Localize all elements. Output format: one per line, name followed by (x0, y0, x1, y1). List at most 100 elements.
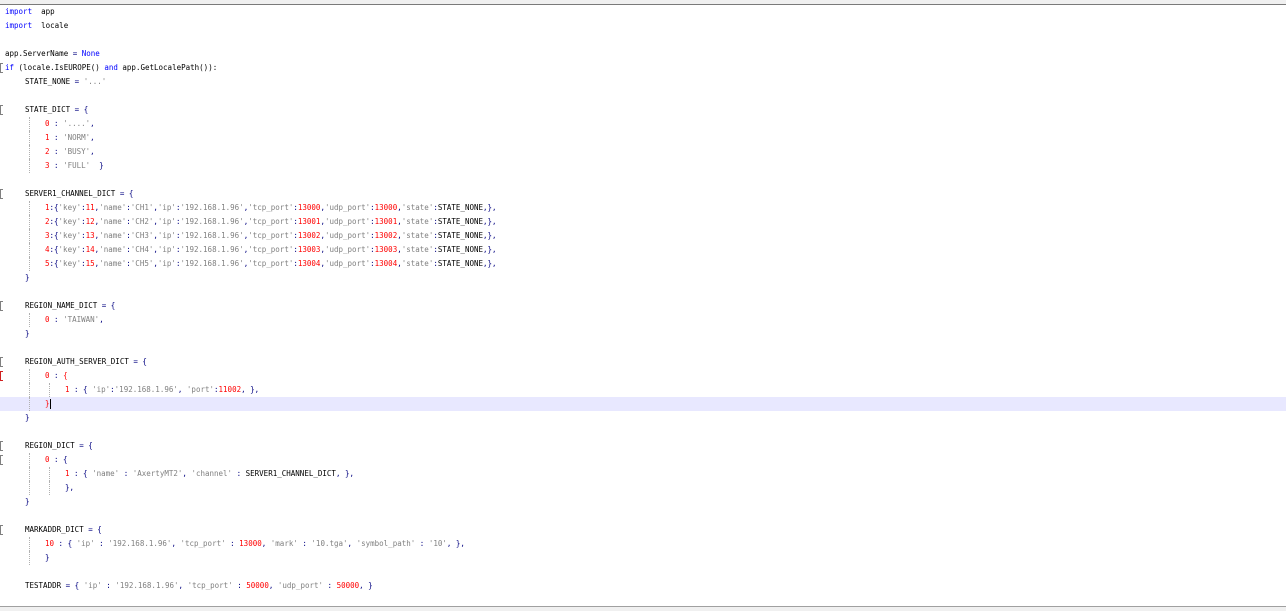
code-line[interactable]: 2 : 'BUSY', (0, 145, 1286, 159)
code-line[interactable]: 1 : { 'name' : 'AxertyMT2', 'channel' : … (0, 467, 1286, 481)
code-line[interactable]: app.ServerName = None (0, 47, 1286, 61)
code-line[interactable] (0, 565, 1286, 579)
code-token: { (79, 105, 89, 114)
code-line[interactable] (0, 173, 1286, 187)
indent-guide (29, 369, 30, 383)
code-token: SERVER1_CHANNEL_DICT (245, 469, 336, 478)
code-line[interactable]: } (0, 271, 1286, 285)
code-line[interactable]: STATE_NONE = '...' (0, 75, 1286, 89)
code-token: 'name' (99, 203, 127, 212)
code-line[interactable]: 0 : { (0, 453, 1286, 467)
code-token: 'tcp_port' (248, 203, 294, 212)
code-token: REGION_AUTH_SERVER_DICT (25, 357, 134, 366)
code-token: 'key' (58, 259, 82, 268)
code-line[interactable]: 1 : 'NORM', (0, 131, 1286, 145)
code-token: ,}, (483, 203, 497, 212)
code-token: 'name' (99, 259, 127, 268)
code-token: 'ip' (76, 539, 95, 548)
code-text: } (45, 551, 50, 565)
code-token: '192.168.1.96' (114, 385, 178, 394)
code-line[interactable]: import locale (0, 19, 1286, 33)
code-line[interactable]: STATE_DICT = { (0, 103, 1286, 117)
code-token: '192.168.1.96' (108, 539, 172, 548)
code-line[interactable]: TESTADDR = { 'ip' : '192.168.1.96', 'tcp… (0, 579, 1286, 593)
code-line[interactable] (0, 341, 1286, 355)
code-token: SERVER1_CHANNEL_DICT (25, 189, 120, 198)
code-token: , (268, 581, 278, 590)
code-line[interactable]: MARKADDR_DICT = { (0, 523, 1286, 537)
code-line[interactable]: }, (0, 481, 1286, 495)
code-line[interactable]: import app (0, 5, 1286, 19)
code-text: 10 : { 'ip' : '192.168.1.96', 'tcp_port'… (45, 537, 465, 551)
code-token: 'state' (401, 217, 434, 226)
code-editor[interactable]: import app import locale app.ServerName = … (0, 5, 1286, 605)
code-text: 5:{'key':15,'name':'CH5','ip':'192.168.1… (45, 257, 497, 271)
fold-marker-icon[interactable] (0, 301, 3, 311)
code-line[interactable]: SERVER1_CHANNEL_DICT = { (0, 187, 1286, 201)
code-line[interactable]: 0 : 'TAIWAN', (0, 313, 1286, 327)
code-token: 'tcp_port' (248, 217, 294, 226)
code-line[interactable]: 2:{'key':12,'name':'CH2','ip':'192.168.1… (0, 215, 1286, 229)
code-line[interactable]: } (0, 411, 1286, 425)
code-token: 'CH2' (130, 217, 154, 226)
fold-marker-icon[interactable] (0, 441, 3, 451)
code-line[interactable]: } (0, 551, 1286, 565)
code-token: STATE_NONE (437, 217, 484, 226)
code-line[interactable] (0, 285, 1286, 299)
code-token: 15 (85, 259, 95, 268)
code-line[interactable]: } (0, 327, 1286, 341)
fold-marker-icon[interactable] (0, 105, 3, 115)
indent-guide (29, 383, 30, 397)
code-line[interactable]: } (0, 495, 1286, 509)
code-token: 'udp_port' (324, 231, 371, 240)
code-line[interactable] (0, 509, 1286, 523)
code-line[interactable]: REGION_AUTH_SERVER_DICT = { (0, 355, 1286, 369)
code-text: 0 : { (45, 369, 68, 383)
code-line[interactable]: 5:{'key':15,'name':'CH5','ip':'192.168.1… (0, 257, 1286, 271)
code-text: } (45, 397, 51, 411)
code-token: { (63, 371, 68, 380)
code-token: STATE_NONE (25, 77, 75, 86)
horizontal-scrollbar[interactable] (0, 606, 1286, 611)
code-line[interactable]: } (0, 397, 1286, 411)
indent-guide (29, 257, 30, 271)
code-token: and (104, 63, 118, 72)
code-line[interactable]: 0 : { (0, 369, 1286, 383)
code-text: 0 : '....', (45, 117, 95, 131)
code-line[interactable]: 3:{'key':13,'name':'CH3','ip':'192.168.1… (0, 229, 1286, 243)
fold-marker-icon[interactable] (0, 455, 3, 465)
code-token: 13002 (374, 231, 398, 240)
code-token: STATE_NONE (437, 203, 484, 212)
code-line[interactable]: 10 : { 'ip' : '192.168.1.96', 'tcp_port'… (0, 537, 1286, 551)
fold-marker-icon[interactable] (0, 525, 3, 535)
code-line[interactable]: if (locale.IsEUROPE() and app.GetLocaleP… (0, 61, 1286, 75)
code-line[interactable]: 1:{'key':11,'name':'CH1','ip':'192.168.1… (0, 201, 1286, 215)
code-token: 'udp_port' (324, 245, 371, 254)
code-line[interactable]: 3 : 'FULL' } (0, 159, 1286, 173)
code-token: 'ip' (157, 203, 176, 212)
code-text: 0 : 'TAIWAN', (45, 313, 104, 327)
code-token: '192.168.1.96' (180, 231, 244, 240)
code-token: 'tcp_port' (187, 581, 233, 590)
indent-guide (29, 551, 30, 565)
fold-marker-icon[interactable] (0, 63, 3, 73)
code-token: { (124, 189, 134, 198)
code-line[interactable] (0, 33, 1286, 47)
code-line[interactable] (0, 89, 1286, 103)
code-text: SERVER1_CHANNEL_DICT = { (25, 187, 133, 201)
code-token: 11002 (218, 385, 242, 394)
code-token: } (45, 553, 50, 562)
code-token: '...' (79, 77, 107, 86)
code-line[interactable]: 0 : '....', (0, 117, 1286, 131)
code-line[interactable]: REGION_NAME_DICT = { (0, 299, 1286, 313)
code-token: REGION_NAME_DICT (25, 301, 102, 310)
fold-marker-icon[interactable] (0, 357, 3, 367)
code-token: 'key' (58, 217, 82, 226)
fold-marker-icon[interactable] (0, 189, 3, 199)
code-text: 1 : { 'ip':'192.168.1.96', 'port':11002,… (65, 383, 259, 397)
fold-marker-icon[interactable] (0, 371, 3, 381)
code-line[interactable]: REGION_DICT = { (0, 439, 1286, 453)
code-line[interactable]: 4:{'key':14,'name':'CH4','ip':'192.168.1… (0, 243, 1286, 257)
code-line[interactable] (0, 425, 1286, 439)
code-line[interactable]: 1 : { 'ip':'192.168.1.96', 'port':11002,… (0, 383, 1286, 397)
